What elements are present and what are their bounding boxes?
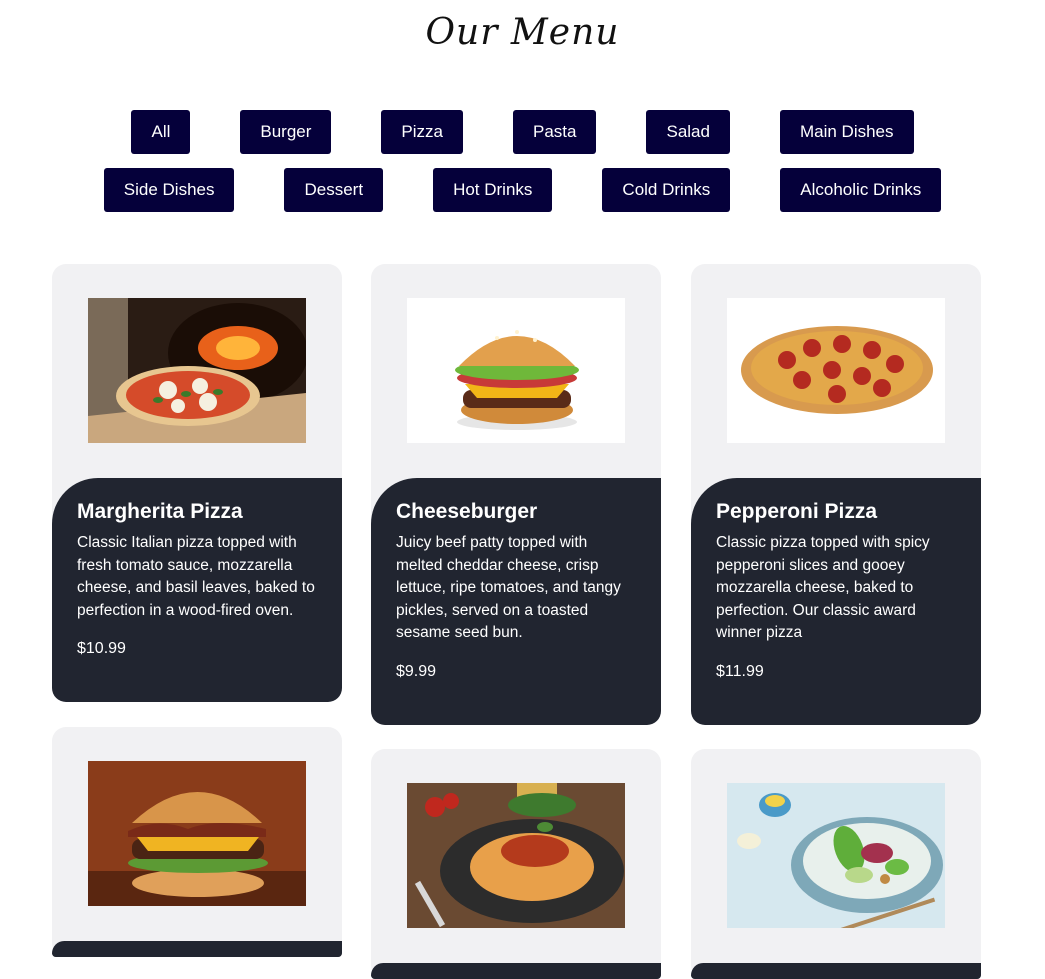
item-price: $10.99 (77, 640, 126, 657)
filter-cold-drinks-button[interactable]: Cold Drinks (602, 168, 731, 212)
menu-card[interactable]: Cheeseburger Juicy beef patty topped wit… (371, 264, 661, 725)
filter-pasta-button[interactable]: Pasta (513, 110, 597, 154)
filter-row-2: Side Dishes Dessert Hot Drinks Cold Drin… (0, 168, 1045, 212)
cheeseburger-image (407, 298, 625, 443)
page-title: Our Menu (425, 12, 620, 53)
card-body (691, 963, 981, 979)
bacon-burger-image (88, 761, 306, 906)
pepperoni-pizza-image (727, 298, 945, 443)
filter-burger-button[interactable]: Burger (240, 110, 332, 154)
menu-card[interactable] (691, 749, 981, 979)
menu-card[interactable]: Margherita Pizza Classic Italian pizza t… (52, 264, 342, 702)
menu-card[interactable]: Pepperoni Pizza Classic pizza topped wit… (691, 264, 981, 725)
card-body: Margherita Pizza Classic Italian pizza t… (52, 478, 342, 702)
filter-hot-drinks-button[interactable]: Hot Drinks (433, 168, 553, 212)
filter-all-button[interactable]: All (131, 110, 191, 154)
filter-row-1: All Burger Pizza Pasta Salad Main Dishes (0, 110, 1045, 154)
green-salad-image (727, 783, 945, 928)
menu-card[interactable] (371, 749, 661, 979)
item-name: Margherita Pizza (77, 500, 243, 523)
spaghetti-bolognese-image (407, 783, 625, 928)
filter-side-dishes-button[interactable]: Side Dishes (103, 168, 235, 212)
filter-main-dishes-button[interactable]: Main Dishes (779, 110, 914, 154)
item-description: Juicy beef patty topped with melted ched… (396, 534, 621, 641)
margherita-pizza-image (88, 298, 306, 443)
item-price: $11.99 (716, 663, 764, 680)
card-body: Pepperoni Pizza Classic pizza topped wit… (691, 478, 981, 725)
card-body (371, 963, 661, 979)
item-name: Cheeseburger (396, 500, 538, 523)
card-body (52, 941, 342, 957)
filter-dessert-button[interactable]: Dessert (284, 168, 384, 212)
filter-pizza-button[interactable]: Pizza (381, 110, 463, 154)
item-name: Pepperoni Pizza (716, 500, 878, 523)
card-body: Cheeseburger Juicy beef patty topped wit… (371, 478, 661, 725)
item-price: $9.99 (396, 663, 437, 680)
filter-alcoholic-drinks-button[interactable]: Alcoholic Drinks (780, 168, 942, 212)
filter-salad-button[interactable]: Salad (646, 110, 730, 154)
menu-card[interactable] (52, 727, 342, 957)
item-description: Classic Italian pizza topped with fresh … (77, 534, 315, 619)
item-description: Classic pizza topped with spicy pepperon… (716, 534, 930, 641)
